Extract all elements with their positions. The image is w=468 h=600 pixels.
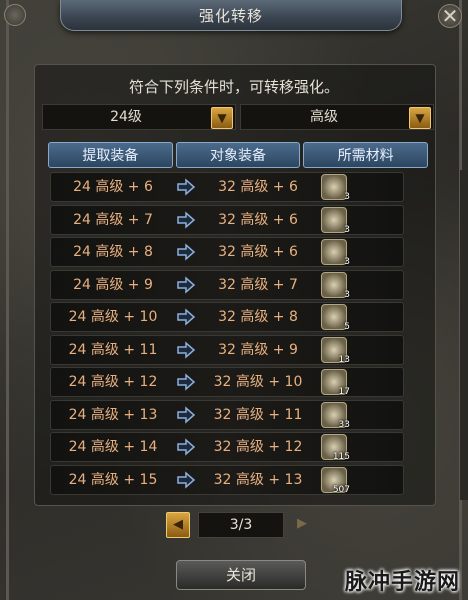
material-count: 3 <box>344 224 350 235</box>
watermark: 脉冲手游网 <box>344 570 460 595</box>
extract-equipment-cell: 24 高级 + 10 <box>68 309 158 325</box>
next-page-button[interactable]: ▶ <box>292 512 312 536</box>
table-header: 提取装备 对象装备 所需材料 <box>48 142 429 168</box>
chevron-down-icon[interactable]: ▼ <box>211 107 233 129</box>
table-row: 24 高级 + 11 32 高级 + 9 13 <box>50 334 404 365</box>
chevron-down-icon[interactable]: ▼ <box>409 107 431 129</box>
table-row: 24 高级 + 14 32 高级 + 12 115 <box>50 432 404 462</box>
target-equipment-cell: 32 高级 + 6 <box>218 211 298 228</box>
arrow-right-icon <box>175 405 197 425</box>
material-item-icon[interactable]: 507 <box>321 466 350 495</box>
level-select[interactable]: 24级 ▼ <box>42 104 236 130</box>
extract-equipment-cell: 24 高级 + 15 <box>68 471 158 488</box>
material-count: 3 <box>344 289 350 300</box>
target-equipment-cell: 32 高级 + 6 <box>218 244 298 260</box>
material-count: 33 <box>338 419 350 430</box>
grade-select[interactable]: 高级 ▼ <box>240 104 434 130</box>
arrow-right-icon <box>175 177 197 197</box>
target-equipment-cell: 32 高级 + 6 <box>218 179 298 195</box>
material-count: 507 <box>332 484 350 495</box>
page-indicator: 3/3 <box>198 512 284 538</box>
table-row: 24 高级 + 9 32 高级 + 7 3 <box>50 269 404 300</box>
material-count: 115 <box>332 452 350 462</box>
material-item-icon[interactable]: 3 <box>321 174 350 202</box>
grade-select-value: 高级 <box>310 109 338 125</box>
condition-description: 符合下列条件时，可转移强化。 <box>128 78 339 96</box>
window-title: 强化转移 <box>198 7 263 25</box>
extract-equipment-cell: 24 高级 + 9 <box>73 276 153 293</box>
close-button[interactable]: 关闭 <box>176 560 306 590</box>
table-row: 24 高级 + 13 32 高级 + 11 33 <box>50 399 404 430</box>
table-row: 24 高级 + 10 32 高级 + 8 5 <box>50 302 404 332</box>
target-equipment-cell: 32 高级 + 7 <box>218 276 298 293</box>
extract-equipment-cell: 24 高级 + 12 <box>68 374 158 390</box>
close-icon[interactable]: ✕ <box>438 4 462 28</box>
arrow-right-icon <box>175 307 197 327</box>
level-select-value: 24级 <box>110 109 142 125</box>
arrow-right-icon <box>175 275 197 295</box>
arrow-right-icon <box>175 242 197 262</box>
material-item-icon[interactable]: 13 <box>321 336 350 365</box>
extract-equipment-cell: 24 高级 + 11 <box>68 341 158 358</box>
arrow-right-icon <box>175 470 197 490</box>
material-count: 3 <box>344 192 350 202</box>
target-equipment-cell: 32 高级 + 9 <box>218 341 298 358</box>
extract-equipment-cell: 24 高级 + 7 <box>73 211 153 228</box>
corner-ornament <box>4 4 26 26</box>
material-item-icon[interactable]: 33 <box>321 401 350 430</box>
side-edge <box>460 170 468 500</box>
header-extract-equipment: 提取装备 <box>48 142 173 168</box>
material-count: 13 <box>338 354 350 365</box>
title-bar: 强化转移 <box>60 0 402 31</box>
material-item-icon[interactable]: 5 <box>321 304 350 332</box>
material-item-icon[interactable]: 115 <box>321 434 350 462</box>
material-count: 3 <box>344 257 350 267</box>
extract-equipment-cell: 24 高级 + 13 <box>68 406 158 423</box>
target-equipment-cell: 32 高级 + 11 <box>213 406 303 423</box>
material-item-icon[interactable]: 3 <box>321 206 350 235</box>
target-equipment-cell: 32 高级 + 8 <box>218 309 298 325</box>
material-count: 5 <box>344 322 350 332</box>
extract-equipment-cell: 24 高级 + 6 <box>73 179 153 195</box>
arrow-right-icon <box>175 340 197 360</box>
target-equipment-cell: 32 高级 + 13 <box>213 471 303 488</box>
header-required-materials: 所需材料 <box>303 142 429 168</box>
material-item-icon[interactable]: 17 <box>321 369 350 397</box>
material-count: 17 <box>338 387 350 397</box>
extract-equipment-cell: 24 高级 + 8 <box>73 244 153 260</box>
table-row: 24 高级 + 8 32 高级 + 6 3 <box>50 237 404 267</box>
arrow-right-icon <box>175 210 197 230</box>
prev-page-button[interactable]: ◀ <box>166 512 190 538</box>
extract-equipment-cell: 24 高级 + 14 <box>68 439 158 455</box>
target-equipment-cell: 32 高级 + 10 <box>213 374 303 390</box>
header-target-equipment: 对象装备 <box>175 142 301 168</box>
material-item-icon[interactable]: 3 <box>321 239 350 267</box>
target-equipment-cell: 32 高级 + 12 <box>213 439 303 455</box>
material-item-icon[interactable]: 3 <box>321 271 350 300</box>
arrow-right-icon <box>175 437 197 457</box>
arrow-right-icon <box>175 372 197 392</box>
table-row: 24 高级 + 6 32 高级 + 6 3 <box>50 172 404 202</box>
table-row: 24 高级 + 7 32 高级 + 6 3 <box>50 204 404 235</box>
table-row: 24 高级 + 15 32 高级 + 13 507 <box>50 464 404 495</box>
table-row: 24 高级 + 12 32 高级 + 10 17 <box>50 367 404 397</box>
